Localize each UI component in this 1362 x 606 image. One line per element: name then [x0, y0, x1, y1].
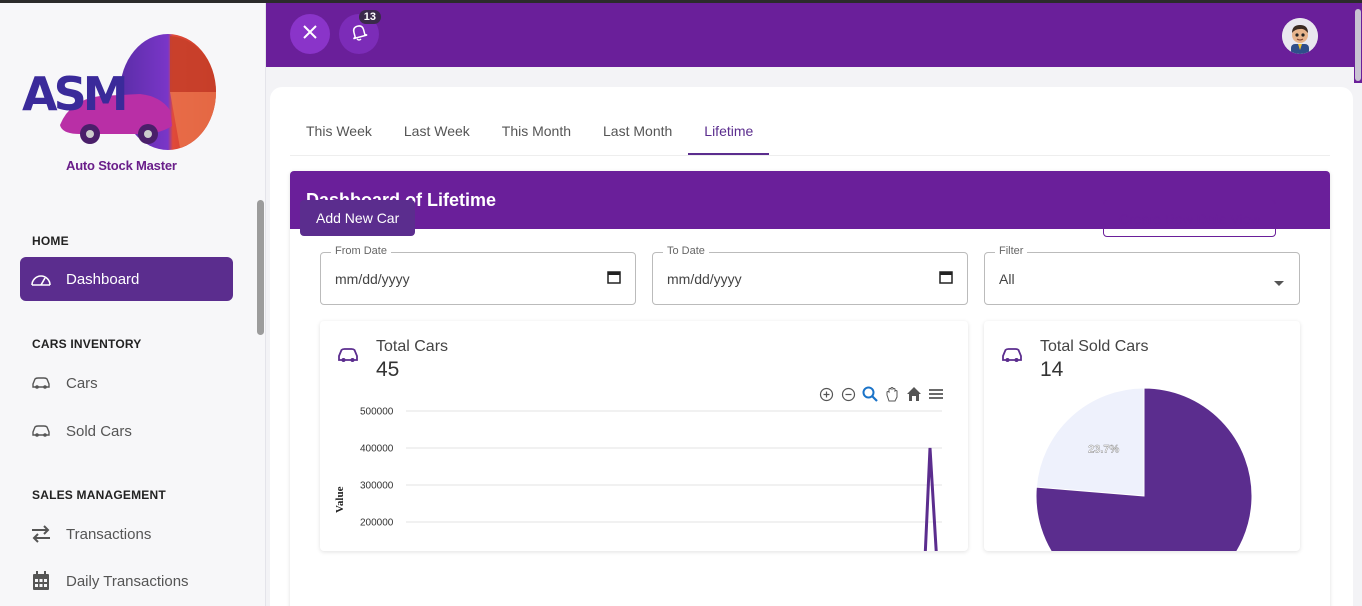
from-date-field[interactable]: From Date mm/dd/yyyy: [320, 245, 636, 305]
total-sold-cars-value: 14: [1040, 358, 1064, 381]
top-app-bar: 13: [266, 3, 1362, 67]
total-cars-line-chart: 500000 400000 300000 200000: [360, 407, 942, 551]
user-avatar[interactable]: [1282, 18, 1318, 54]
car-icon: [1001, 347, 1023, 368]
section-home-title: HOME: [32, 234, 69, 248]
tabs-divider: [290, 155, 1330, 156]
to-date-label: To Date: [663, 245, 709, 257]
sidebar-item-transactions[interactable]: Transactions: [20, 512, 233, 556]
total-sold-cars-title: Total Sold Cars: [1040, 338, 1149, 355]
total-cars-card: Total Cars 45 500000 400000 300000 200000 V…: [320, 321, 968, 551]
sidebar-item-label: Transactions: [66, 525, 152, 543]
car-icon: [30, 372, 52, 394]
main-scrollbar[interactable]: [1354, 3, 1362, 83]
filter-label: Filter: [995, 245, 1028, 257]
chevron-down-icon: [1273, 275, 1285, 293]
y-tick-label: 400000: [360, 444, 394, 455]
sidebar-item-sold-cars[interactable]: Sold Cars: [20, 409, 233, 453]
calendar-icon: [30, 570, 52, 592]
sidebar-scrollbar[interactable]: [257, 200, 264, 335]
y-axis-label: Value: [334, 486, 346, 514]
tab-lifetime[interactable]: Lifetime: [688, 109, 770, 155]
y-tick-label: 200000: [360, 518, 394, 529]
to-date-field[interactable]: To Date mm/dd/yyyy: [652, 245, 968, 305]
notification-count-badge: 13: [358, 10, 381, 24]
period-tabs: This Week Last Week This Month Last Mont…: [290, 109, 770, 155]
from-date-value: mm/dd/yyyy: [335, 271, 410, 287]
logo-caption: Auto Stock Master: [66, 158, 177, 173]
sidebar-item-label: Sold Cars: [66, 422, 132, 440]
total-cars-value: 45: [376, 358, 400, 381]
section-sales-management-title: SALES MANAGEMENT: [32, 488, 166, 502]
notifications-button[interactable]: 13: [339, 10, 381, 54]
to-date-value: mm/dd/yyyy: [667, 271, 742, 287]
series-line: [923, 447, 938, 551]
tab-last-week[interactable]: Last Week: [388, 109, 486, 155]
create-row-data-view-button[interactable]: Create Row Data View: [1103, 200, 1277, 237]
total-cars-title: Total Cars: [376, 338, 449, 355]
pie-slice[interactable]: [1035, 387, 1145, 497]
tab-last-month[interactable]: Last Month: [587, 109, 688, 155]
sold-cars-pie-chart: 23.7%: [1035, 387, 1253, 551]
tab-this-week[interactable]: This Week: [290, 109, 388, 155]
tab-this-month[interactable]: This Month: [486, 109, 587, 155]
calendar-icon[interactable]: [939, 270, 953, 289]
close-icon: [303, 24, 317, 44]
pie-slice-label: 23.7%: [1088, 443, 1119, 455]
filter-select[interactable]: Filter All: [984, 245, 1300, 305]
swap-arrows-icon: [30, 523, 52, 545]
sidebar-item-daily-transactions[interactable]: Daily Transactions: [20, 559, 233, 603]
bell-icon: [350, 23, 368, 46]
calendar-icon[interactable]: [607, 270, 621, 289]
sidebar-item-dashboard[interactable]: Dashboard: [20, 257, 233, 301]
section-cars-inventory-title: CARS INVENTORY: [32, 337, 142, 351]
car-icon: [337, 347, 359, 368]
window-top-border: [0, 0, 1362, 3]
svg-text:ASM: ASM: [22, 67, 125, 121]
filter-value: All: [999, 271, 1015, 287]
main-content: This Week Last Week This Month Last Mont…: [270, 87, 1353, 606]
total-sold-cars-card: Total Sold Cars 14 23.7%: [984, 321, 1300, 551]
y-tick-label: 300000: [360, 481, 394, 492]
car-icon: [30, 420, 52, 442]
sidebar-item-label: Daily Transactions: [66, 572, 189, 590]
add-new-car-button[interactable]: Add New Car: [300, 200, 416, 236]
sidebar-item-label: Dashboard: [66, 270, 140, 288]
sidebar-item-label: Cars: [66, 374, 98, 392]
y-tick-label: 500000: [360, 407, 394, 418]
sidebar: ASM Auto Stock Master HOME Dashboard CAR…: [0, 0, 266, 606]
speedometer-icon: [30, 268, 52, 290]
close-sidebar-button[interactable]: [290, 14, 330, 54]
from-date-label: From Date: [331, 245, 391, 257]
sidebar-item-cars[interactable]: Cars: [20, 361, 233, 405]
